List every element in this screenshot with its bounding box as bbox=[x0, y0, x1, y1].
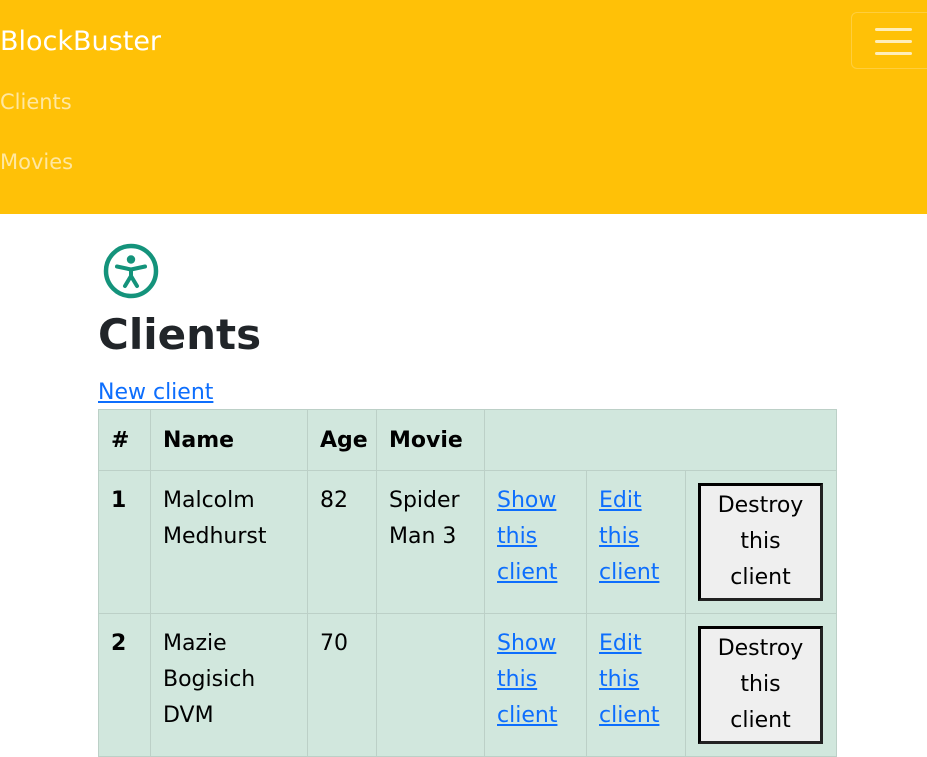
edit-client-link[interactable]: Edit this client bbox=[599, 631, 659, 728]
cell-edit: Edit this client bbox=[586, 613, 686, 757]
header-age: Age bbox=[307, 409, 377, 471]
cell-name: Malcolm Medhurst bbox=[150, 470, 308, 614]
cell-number: 1 bbox=[98, 470, 151, 614]
cell-movie bbox=[376, 613, 485, 757]
edit-client-link[interactable]: Edit this client bbox=[599, 488, 659, 585]
cell-name: Mazie Bogisich DVM bbox=[150, 613, 308, 757]
hamburger-icon bbox=[875, 28, 912, 31]
clients-table: # Name Age Movie 1 Malcolm Medhurst 82 S… bbox=[98, 409, 838, 757]
navbar-toggler-button[interactable] bbox=[851, 12, 927, 69]
header-actions bbox=[483, 409, 838, 471]
cell-age: 70 bbox=[307, 613, 377, 757]
table-row: 2 Mazie Bogisich DVM 70 Show this client… bbox=[98, 613, 838, 757]
page-title: Clients bbox=[98, 310, 262, 359]
nav-link-movies[interactable]: Movies bbox=[0, 147, 73, 177]
show-client-link[interactable]: Show this client bbox=[497, 631, 557, 728]
destroy-client-button[interactable]: Destroy this client bbox=[698, 483, 823, 601]
cell-number: 2 bbox=[98, 613, 151, 757]
cell-destroy: Destroy this client bbox=[684, 470, 838, 614]
cell-destroy: Destroy this client bbox=[684, 613, 838, 757]
table-row: 1 Malcolm Medhurst 82 Spider Man 3 Show … bbox=[98, 470, 838, 614]
cell-show: Show this client bbox=[484, 470, 587, 614]
table-header-row: # Name Age Movie bbox=[98, 409, 838, 471]
hamburger-icon-bar bbox=[875, 52, 912, 55]
header-name: Name bbox=[150, 409, 308, 471]
cell-movie: Spider Man 3 bbox=[376, 470, 485, 614]
header-movie: Movie bbox=[376, 409, 485, 471]
new-client-link[interactable]: New client bbox=[98, 378, 213, 408]
destroy-client-button[interactable]: Destroy this client bbox=[698, 626, 823, 744]
cell-age: 82 bbox=[307, 470, 377, 614]
nav-link-clients[interactable]: Clients bbox=[0, 87, 72, 117]
accessibility-icon bbox=[103, 243, 159, 299]
header-number: # bbox=[98, 409, 151, 471]
show-client-link[interactable]: Show this client bbox=[497, 488, 557, 585]
navbar: BlockBuster Clients Movies bbox=[0, 0, 927, 214]
brand-link[interactable]: BlockBuster bbox=[0, 22, 161, 62]
cell-show: Show this client bbox=[484, 613, 587, 757]
hamburger-icon-bar bbox=[875, 40, 912, 43]
cell-edit: Edit this client bbox=[586, 470, 686, 614]
